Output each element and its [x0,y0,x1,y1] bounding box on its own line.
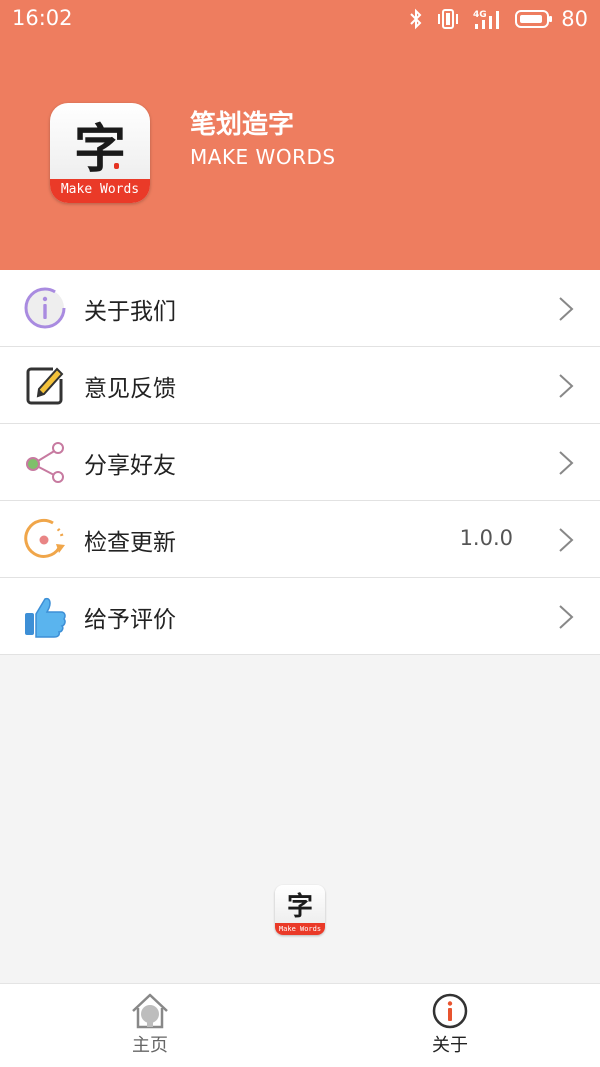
menu-item-check-update[interactable]: 检查更新 1.0.0 [0,501,600,578]
settings-menu: 关于我们 意见反馈 分享好友 检查更新 1.0.0 给予评价 [0,270,600,655]
app-subtitle: MAKE WORDS [190,145,336,169]
menu-item-label: 分享好友 [84,453,176,479]
app-logo-band: Make Words [50,179,150,203]
menu-item-feedback[interactable]: 意见反馈 [0,347,600,424]
app-header: 16:02 4G 80 字 Make Words 笔划造字 MAKE WORDS [0,0,600,270]
tab-home-label: 主页 [132,1035,168,1056]
menu-item-label: 意见反馈 [84,376,176,402]
tab-about[interactable]: 关于 [400,992,500,1062]
menu-item-label: 给予评价 [84,607,176,633]
battery: 80 [515,7,588,31]
battery-level: 80 [561,7,588,31]
battery-icon [515,10,553,28]
thumbs-up-icon [25,597,66,638]
app-logo: 字 Make Words [50,103,150,203]
signal-label: 4G [473,10,487,20]
footer-app-logo: 字 Make Words [275,885,325,935]
home-icon [132,993,168,1029]
chevron-right-icon [559,528,574,552]
menu-item-rate[interactable]: 给予评价 [0,578,600,655]
about-icon [432,993,468,1029]
share-icon [26,442,64,483]
version-number: 1.0.0 [459,526,513,550]
status-bar: 16:02 4G 80 [0,0,600,38]
logo-red-mark [114,163,119,169]
bottom-tab-bar: 主页 关于 [0,983,600,1067]
edit-icon [26,367,64,405]
footer-logo-band: Make Words [275,923,325,935]
tab-about-label: 关于 [432,1035,468,1056]
menu-item-label: 检查更新 [84,530,176,556]
tab-home[interactable]: 主页 [100,992,200,1062]
footer-logo-glyph: 字 [286,892,313,922]
chevron-right-icon [559,605,574,629]
app-name: 笔划造字 [190,110,295,140]
status-icons: 4G 80 [409,6,588,32]
status-time: 16:02 [12,6,73,30]
update-icon [24,518,65,558]
bluetooth-icon [410,8,422,30]
chevron-right-icon [559,297,574,321]
signal-icon: 4G [473,10,500,29]
chevron-right-icon [559,451,574,475]
menu-item-about-us[interactable]: 关于我们 [0,270,600,347]
app-logo-glyph: 字 [73,119,126,180]
info-icon [24,287,66,329]
menu-item-label: 关于我们 [84,299,176,325]
vibrate-icon [438,9,459,29]
chevron-right-icon [559,374,574,398]
menu-item-share[interactable]: 分享好友 [0,424,600,501]
